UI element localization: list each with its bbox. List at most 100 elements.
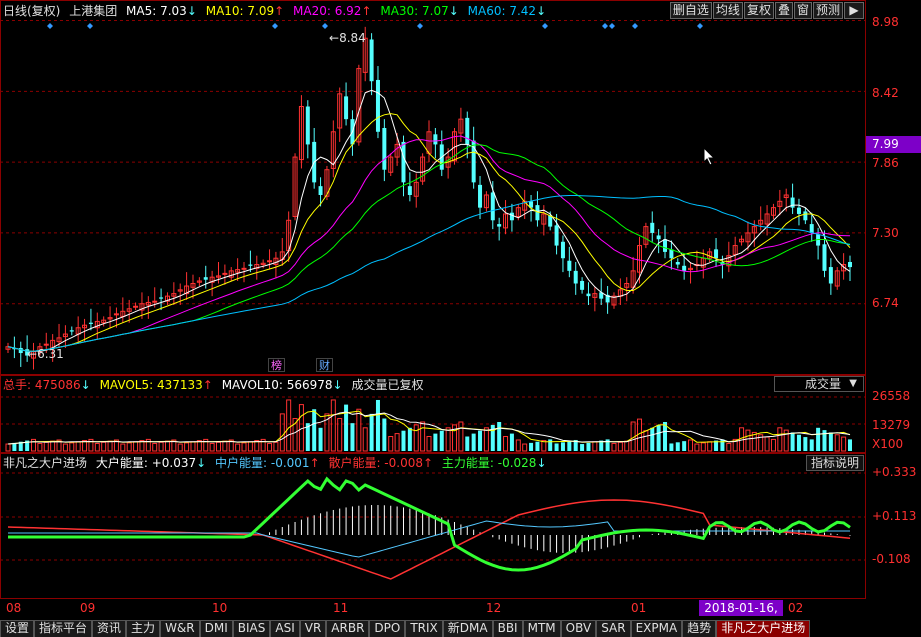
volume-bar [50, 440, 56, 452]
volume-bar [126, 442, 132, 452]
volume-bar [152, 442, 158, 452]
volume-bar [509, 433, 514, 451]
tab-vr[interactable]: VR [299, 620, 327, 637]
mid-energy-label: 中户能量: -0.001↑ [215, 456, 320, 470]
candle-body [133, 305, 139, 308]
volume-bar [413, 424, 419, 452]
tab-news[interactable]: 资讯 [92, 620, 127, 637]
candle-body [318, 186, 323, 195]
volume-bar [5, 443, 11, 452]
stock-name: 上港集团 [69, 4, 118, 18]
volume-bar [222, 440, 228, 452]
adjust-button[interactable]: 复权 [743, 2, 774, 19]
price-tick-1: 8.42 [872, 86, 899, 100]
candle-body [248, 264, 253, 266]
mavol5-label: MAVOL5: 437133↑ [99, 378, 213, 392]
volume-bar [548, 439, 553, 451]
event-tag-bang[interactable]: 榜 [268, 358, 285, 372]
ma10-label: MA10: 7.09↑ [205, 4, 285, 18]
date-tick-11: 11 [333, 601, 349, 615]
candles [5, 26, 852, 370]
ma20-label: MA20: 6.92↑ [293, 4, 372, 18]
volume-tick-1: 13279 [872, 418, 911, 432]
volume-grid-lines [0, 396, 866, 425]
event-diamond-icon [272, 23, 278, 29]
candle-body [88, 322, 93, 324]
volume-bar [43, 441, 49, 452]
candle-body [714, 249, 719, 259]
volume-bar [75, 441, 81, 452]
volume-bar [37, 442, 43, 452]
remove-watchlist-button[interactable]: 删自选 [669, 2, 712, 19]
volume-bar [624, 440, 630, 452]
ma60-line [7, 195, 851, 352]
candle-body [43, 343, 49, 346]
volume-bar [503, 436, 509, 452]
indicator-name: 非凡之大户进场 [3, 456, 88, 470]
date-tick-01: 01 [631, 601, 647, 615]
tab-dmi[interactable]: DMI [199, 620, 233, 637]
ma20-line [7, 135, 851, 352]
tab-trix[interactable]: TRIX [405, 620, 443, 637]
candle-body [663, 239, 668, 252]
volume-bar [586, 442, 591, 451]
tab-wr[interactable]: W&R [160, 620, 200, 637]
tab-settings[interactable]: 设置 [0, 620, 35, 637]
candle-body [669, 249, 674, 259]
volume-bar [688, 439, 694, 452]
candle-body [573, 270, 578, 284]
volume-bar [133, 441, 139, 452]
candle-body [267, 260, 273, 263]
tab-bbi[interactable]: BBI [492, 620, 523, 637]
indicator-legend: 非凡之大户进场 大户能量: +0.037↓ 中户能量: -0.001↑ 散户能量… [3, 455, 552, 471]
volume-bar [803, 437, 808, 451]
tab-sar[interactable]: SAR [596, 620, 631, 637]
candle-body [822, 244, 827, 271]
candle-body [848, 262, 852, 268]
volume-bar [656, 424, 661, 451]
event-tag-cai[interactable]: 财 [316, 358, 333, 372]
volume-bar [407, 427, 412, 451]
candle-body [241, 267, 247, 270]
tab-dpo[interactable]: DPO [369, 620, 406, 637]
volume-bar [247, 441, 253, 452]
tab-arbr[interactable]: ARBR [326, 620, 370, 637]
volume-bar [177, 443, 183, 452]
tab-new-dma[interactable]: 新DMA [442, 620, 493, 637]
mavol5-line [7, 410, 851, 445]
indicator-help-button[interactable]: 指标说明 [806, 455, 864, 471]
chart-toolbar: 删自选 均线 复权 叠 窗 预测 ▶ [669, 2, 864, 19]
tab-big-player-entry[interactable]: 非凡之大户进场 [716, 620, 811, 637]
volume-bars [5, 399, 852, 452]
volume-note: 成交量已复权 [351, 378, 424, 392]
ma-button[interactable]: 均线 [712, 2, 743, 19]
candle-body [497, 224, 502, 227]
tab-asi[interactable]: ASI [270, 620, 300, 637]
forecast-button[interactable]: 预测 [812, 2, 843, 19]
volume-bar [350, 423, 355, 451]
volume-bar [69, 442, 75, 452]
event-diamond-icon [322, 23, 328, 29]
tab-trend[interactable]: 趋势 [682, 620, 717, 637]
volume-bar [770, 438, 776, 452]
tab-obv[interactable]: OBV [560, 620, 597, 637]
volume-indicator-select[interactable]: 成交量 ▼ [774, 376, 864, 392]
overlay-button[interactable]: 叠 [774, 2, 793, 19]
big-energy-label: 大户能量: +0.037↓ [95, 456, 207, 470]
indicator-tick-0: +0.333 [872, 465, 917, 479]
tab-bias[interactable]: BIAS [232, 620, 271, 637]
tab-mtm[interactable]: MTM [522, 620, 561, 637]
volume-bar [209, 442, 215, 452]
volume-bar [401, 430, 406, 451]
tab-indicator-platform[interactable]: 指标平台 [34, 620, 93, 637]
volume-bar [669, 443, 674, 451]
chart-canvas [0, 20, 866, 580]
volume-bar [560, 442, 565, 451]
volume-bar [848, 439, 852, 451]
tab-main-force[interactable]: 主力 [126, 620, 161, 637]
ma60-label: MA60: 7.42↓ [467, 4, 547, 18]
play-menu-icon[interactable]: ▶ [844, 2, 864, 19]
tab-expma[interactable]: EXPMA [630, 620, 683, 637]
window-button[interactable]: 窗 [793, 2, 812, 19]
volume-bar [682, 441, 687, 451]
